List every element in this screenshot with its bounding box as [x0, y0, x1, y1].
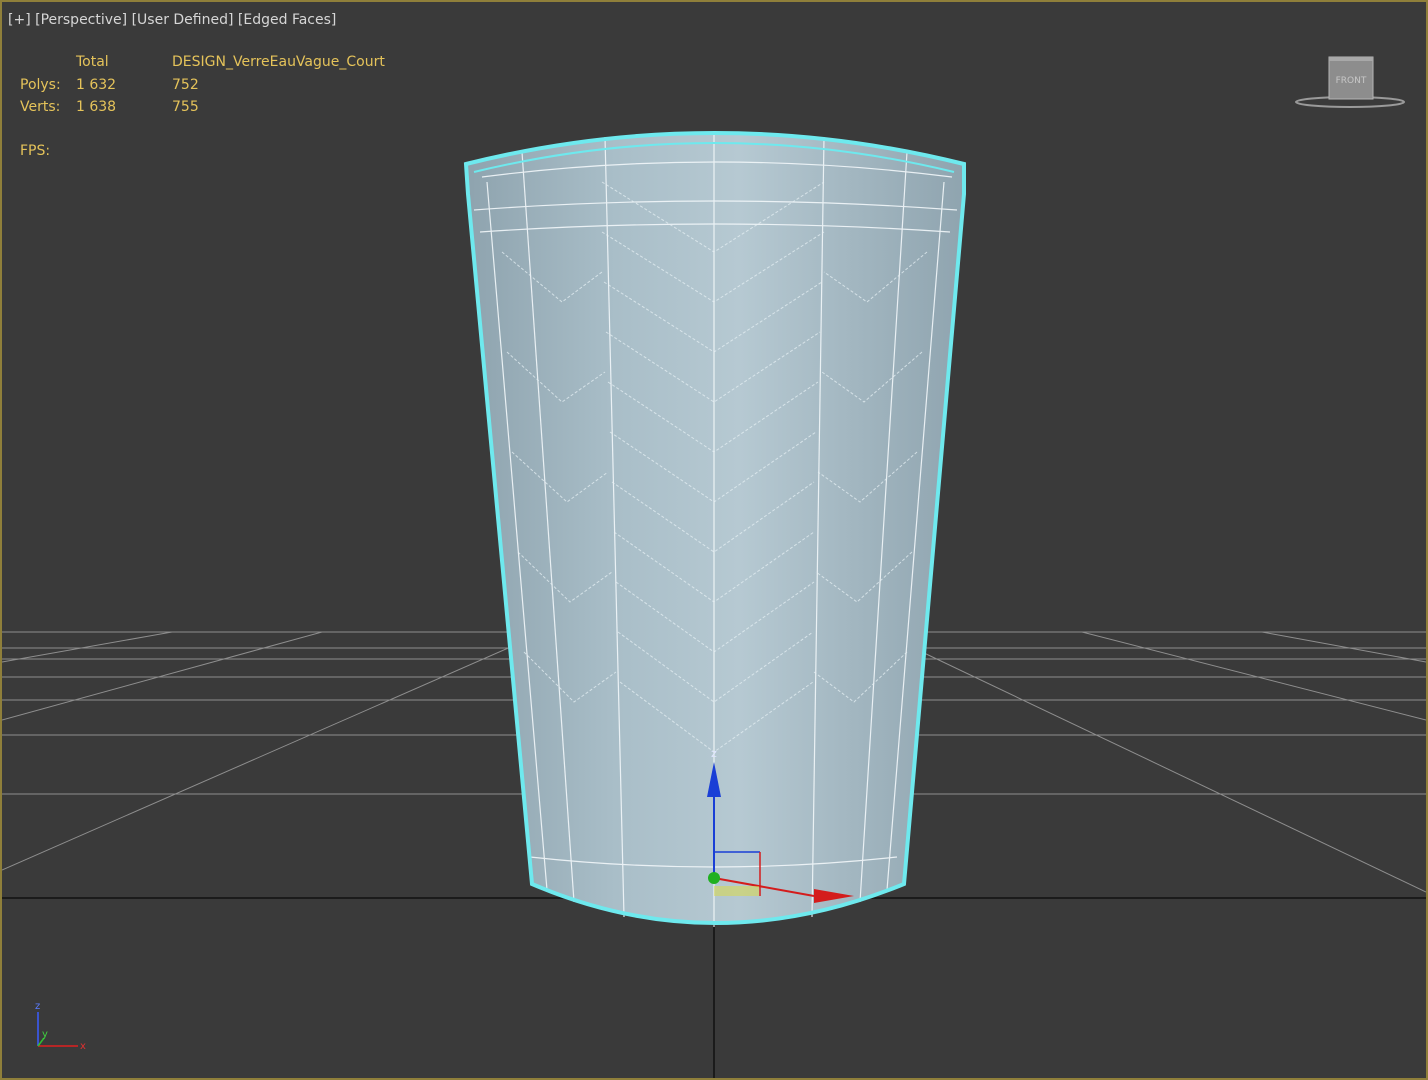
stats-fps-label: FPS: — [20, 143, 51, 159]
viewport-view-menu[interactable]: [Perspective] — [35, 12, 127, 28]
perspective-viewport[interactable]: z [+] [Perspective] [User Defined] [Edge… — [0, 0, 1428, 1080]
viewport-shading-menu[interactable]: [Edged Faces] — [238, 12, 336, 28]
stats-verts-total: 1 638 — [76, 99, 117, 115]
viewport-plus-menu[interactable]: [+] — [8, 12, 31, 28]
stats-polys-object: 752 — [172, 77, 199, 93]
tripod-y-label: y — [42, 1029, 48, 1040]
tripod-z-label: z — [35, 1001, 40, 1012]
stats-verts-label: Verts: — [20, 99, 61, 115]
viewcube-face-label: FRONT — [1336, 76, 1367, 86]
stats-total-header: Total — [76, 54, 109, 70]
stats-polys-total: 1 632 — [76, 77, 117, 93]
viewport-label-menu: [+] [Perspective] [User Defined] [Edged … — [8, 12, 336, 28]
gizmo-z-label: z — [711, 747, 717, 760]
tripod-x-label: x — [80, 1041, 86, 1052]
viewport-camera-menu[interactable]: [User Defined] — [132, 12, 234, 28]
stats-polys-label: Polys: — [20, 77, 61, 93]
viewcube-icon[interactable]: FRONT — [1292, 54, 1412, 114]
scene-canvas[interactable]: z — [2, 2, 1426, 1078]
stats-verts-object: 755 — [172, 99, 199, 115]
stats-object-header: DESIGN_VerreEauVague_Court — [172, 54, 385, 70]
axis-tripod-icon: z x y — [35, 1001, 86, 1052]
